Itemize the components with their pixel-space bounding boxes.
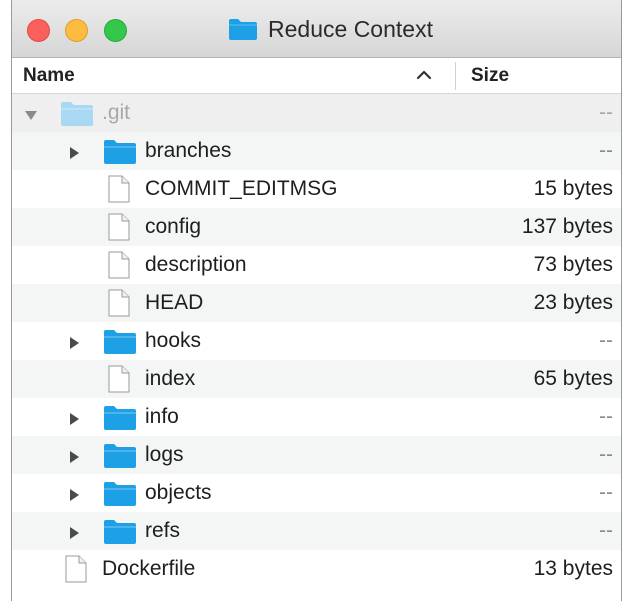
folder-icon bbox=[103, 441, 137, 475]
list-item[interactable]: logs -- bbox=[12, 436, 621, 474]
disclosure-triangle-expanded-icon[interactable] bbox=[24, 105, 38, 121]
folder-icon bbox=[103, 517, 137, 551]
disclosure-triangle-icon[interactable] bbox=[67, 143, 81, 159]
file-name: .git bbox=[102, 101, 131, 124]
list-item[interactable]: HEAD 23 bytes bbox=[12, 284, 621, 322]
disclosure-triangle-icon[interactable] bbox=[67, 485, 81, 501]
file-size: -- bbox=[599, 443, 613, 466]
document-icon bbox=[107, 251, 131, 285]
list-item[interactable]: description 73 bytes bbox=[12, 246, 621, 284]
document-icon bbox=[107, 175, 131, 209]
disclosure-triangle-icon[interactable] bbox=[67, 523, 81, 539]
file-size: 73 bytes bbox=[533, 253, 613, 276]
folder-icon bbox=[103, 137, 137, 171]
file-size: -- bbox=[599, 405, 613, 428]
list-item[interactable]: index 65 bytes bbox=[12, 360, 621, 398]
document-icon bbox=[64, 555, 88, 589]
list-item[interactable]: objects -- bbox=[12, 474, 621, 512]
file-name: info bbox=[145, 405, 179, 428]
document-icon bbox=[107, 213, 131, 247]
file-name: index bbox=[145, 367, 196, 390]
file-size: 65 bytes bbox=[533, 367, 613, 390]
folder-icon bbox=[103, 403, 137, 437]
window-title-text: Reduce Context bbox=[268, 15, 433, 42]
list-item[interactable]: refs -- bbox=[12, 512, 621, 550]
file-size: -- bbox=[599, 481, 613, 504]
file-list: .git -- branches -- COMMIT_EDITMSG 15 bytes co… bbox=[12, 94, 621, 588]
column-divider[interactable] bbox=[455, 62, 456, 90]
document-icon bbox=[107, 365, 131, 399]
finder-window: Reduce Context Name Size .git -- branches -… bbox=[11, 0, 622, 601]
file-size: 15 bytes bbox=[533, 177, 613, 200]
file-size: -- bbox=[599, 139, 613, 162]
file-name: HEAD bbox=[145, 291, 204, 314]
sort-ascending-icon[interactable] bbox=[414, 65, 434, 85]
file-name: logs bbox=[145, 443, 184, 466]
column-header-size[interactable]: Size bbox=[471, 65, 509, 87]
file-name: branches bbox=[145, 139, 232, 162]
file-size: -- bbox=[599, 329, 613, 352]
folder-icon bbox=[103, 479, 137, 513]
file-name: objects bbox=[145, 481, 212, 504]
list-item[interactable]: .git -- bbox=[12, 94, 621, 132]
file-size: -- bbox=[599, 519, 613, 542]
file-size: 23 bytes bbox=[533, 291, 613, 314]
file-name: description bbox=[145, 253, 247, 276]
list-item[interactable]: info -- bbox=[12, 398, 621, 436]
title-bar[interactable]: Reduce Context bbox=[12, 0, 621, 58]
list-item[interactable]: config 137 bytes bbox=[12, 208, 621, 246]
file-name: hooks bbox=[145, 329, 202, 352]
list-item[interactable]: branches -- bbox=[12, 132, 621, 170]
list-item[interactable]: hooks -- bbox=[12, 322, 621, 360]
disclosure-triangle-icon[interactable] bbox=[67, 447, 81, 463]
file-name: refs bbox=[145, 519, 181, 542]
file-size: -- bbox=[599, 101, 613, 124]
folder-icon bbox=[60, 99, 94, 133]
file-size: 13 bytes bbox=[533, 557, 613, 580]
disclosure-triangle-icon[interactable] bbox=[67, 333, 81, 349]
list-item[interactable]: COMMIT_EDITMSG 15 bytes bbox=[12, 170, 621, 208]
folder-icon bbox=[228, 17, 258, 41]
disclosure-triangle-icon[interactable] bbox=[67, 409, 81, 425]
folder-icon bbox=[103, 327, 137, 361]
file-name: Dockerfile bbox=[102, 557, 196, 580]
document-icon bbox=[107, 289, 131, 323]
window-title: Reduce Context bbox=[12, 0, 621, 58]
column-header: Name Size bbox=[12, 58, 621, 94]
file-size: 137 bytes bbox=[521, 215, 613, 238]
file-name: config bbox=[145, 215, 202, 238]
file-name: COMMIT_EDITMSG bbox=[145, 177, 338, 200]
list-item[interactable]: Dockerfile 13 bytes bbox=[12, 550, 621, 588]
column-header-name[interactable]: Name bbox=[23, 65, 75, 87]
